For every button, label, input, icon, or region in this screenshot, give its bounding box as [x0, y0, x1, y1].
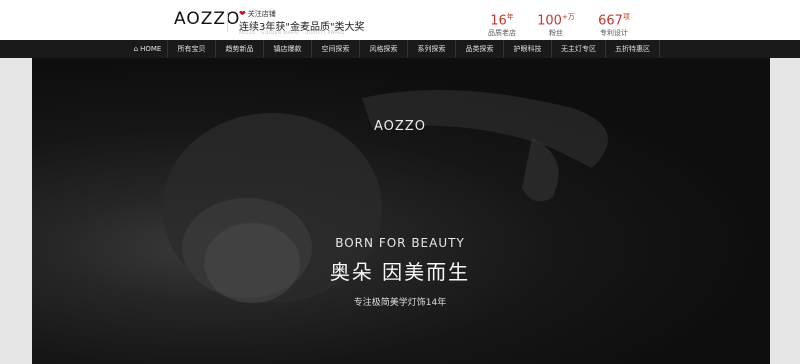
main-nav: ⌂ HOME 所有宝贝 趋势新品 镇店爆款 空间探索 风格探索 系列探索 品类探索…: [0, 40, 800, 58]
stat-unit: 年: [506, 13, 514, 21]
nav-item-bestsellers[interactable]: 镇店爆款: [264, 40, 312, 58]
stat-patents: 667项 专利设计: [592, 10, 636, 38]
stat-label: 粉丝: [549, 29, 563, 38]
hero-subtitle: 专注极简美学灯饰14年: [353, 298, 447, 308]
stat-number: 100: [537, 13, 562, 29]
stat-unit: +万: [561, 13, 575, 21]
award-en-text: AOZZO · GOLDEN WHEAT · QUALITY AWARD: [239, 30, 346, 35]
nav-item-style[interactable]: 风格探索: [360, 40, 408, 58]
hero-brand-logo: AOZZO: [374, 119, 426, 134]
hero-photo-figure: [162, 90, 608, 303]
stat-number: 667: [598, 13, 623, 29]
nav-item-eye-care[interactable]: 护眼科技: [504, 40, 552, 58]
stat-years: 16年 品质老店: [482, 10, 522, 38]
nav-item-home[interactable]: ⌂ HOME: [128, 40, 168, 58]
hero-tagline-cn: 奥朵 因美而生: [329, 260, 471, 284]
heart-icon: ❤: [239, 9, 246, 18]
header-divider: [227, 11, 228, 31]
nav-item-no-main-light[interactable]: 无主灯专区: [552, 40, 606, 58]
stat-label: 专利设计: [600, 29, 628, 38]
stat-number: 16: [490, 13, 507, 29]
home-icon: ⌂: [133, 45, 139, 53]
stat-label: 品质老店: [488, 29, 516, 38]
nav-label: HOME: [140, 45, 162, 53]
nav-item-new-trends[interactable]: 趋势新品: [216, 40, 264, 58]
hero-banner[interactable]: AOZZO BORN FOR BEAUTY 奥朵 因美而生 专注极简美学灯饰14…: [0, 58, 800, 364]
nav-item-series[interactable]: 系列探索: [408, 40, 456, 58]
nav-item-space[interactable]: 空间探索: [312, 40, 360, 58]
nav-item-half-price[interactable]: 五折特惠区: [606, 40, 660, 58]
stat-unit: 项: [622, 13, 630, 21]
nav-item-all-products[interactable]: 所有宝贝: [168, 40, 216, 58]
nav-item-category[interactable]: 品类探索: [456, 40, 504, 58]
hero-tagline-en: BORN FOR BEAUTY: [335, 236, 465, 250]
hero-image: [32, 58, 770, 364]
brand-logo[interactable]: AOZZO: [174, 9, 240, 29]
stat-fans: 100+万 粉丝: [534, 10, 578, 38]
top-header: AOZZO ❤ 关注店铺 连续3年获"金麦品质"类大奖 AOZZO · GOLD…: [0, 0, 800, 40]
